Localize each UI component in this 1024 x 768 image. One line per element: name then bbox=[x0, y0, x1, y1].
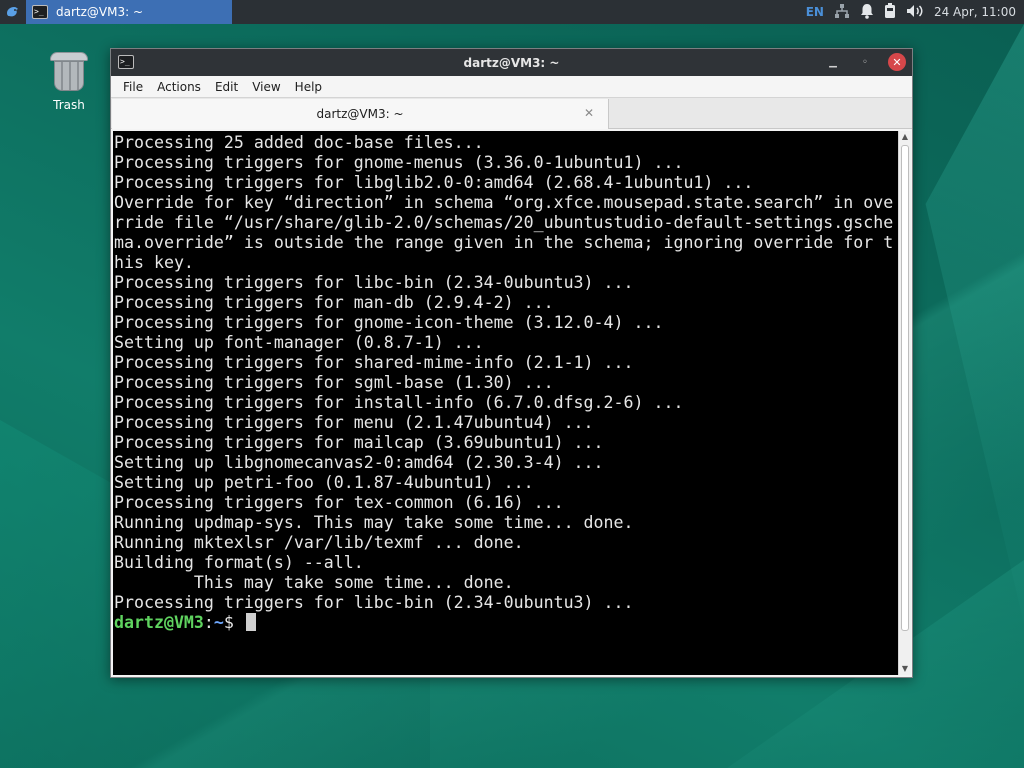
tab-terminal[interactable]: dartz@VM3: ~ ✕ bbox=[112, 99, 609, 129]
system-tray: EN 24 Apr, 11:00 bbox=[806, 0, 1024, 24]
text-cursor bbox=[245, 613, 256, 631]
prompt-user: dartz@VM3 bbox=[114, 613, 204, 632]
scroll-up-icon[interactable]: ▲ bbox=[899, 131, 911, 143]
trash-desktop-icon[interactable]: Trash bbox=[44, 48, 94, 112]
trash-icon bbox=[50, 48, 88, 92]
vertical-scrollbar[interactable]: ▲ ▼ bbox=[898, 131, 911, 675]
terminal-line: Processing triggers for gnome-menus (3.3… bbox=[114, 153, 684, 172]
terminal-output[interactable]: Processing 25 added doc-base files... Pro… bbox=[113, 131, 899, 675]
terminal-line: ma.override” is outside the range given … bbox=[114, 233, 894, 252]
terminal-line: This may take some time... done. bbox=[114, 573, 514, 592]
terminal-line: Setting up petri-foo (0.1.87-4ubuntu1) .… bbox=[114, 473, 534, 492]
clock[interactable]: 24 Apr, 11:00 bbox=[934, 5, 1016, 19]
menu-actions[interactable]: Actions bbox=[151, 78, 207, 96]
menu-bar: File Actions Edit View Help bbox=[111, 76, 912, 97]
terminal-icon: >_ bbox=[32, 5, 48, 19]
terminal-line: Building format(s) --all. bbox=[114, 553, 364, 572]
notification-bell-icon[interactable] bbox=[860, 3, 874, 22]
prompt-symbol: $ bbox=[223, 613, 244, 632]
scroll-down-icon[interactable]: ▼ bbox=[899, 663, 911, 675]
terminal-line: Processing 25 added doc-base files... bbox=[114, 133, 484, 152]
taskbar-terminal-button[interactable]: >_ dartz@VM3: ~ bbox=[26, 0, 232, 24]
close-icon[interactable]: ✕ bbox=[888, 53, 906, 71]
taskbar-task-label: dartz@VM3: ~ bbox=[56, 5, 144, 19]
terminal-icon[interactable]: >_ bbox=[118, 55, 134, 69]
keyboard-layout-indicator[interactable]: EN bbox=[806, 5, 824, 19]
terminal-line: Processing triggers for sgml-base (1.30)… bbox=[114, 373, 554, 392]
terminal-line: Processing triggers for install-info (6.… bbox=[114, 393, 684, 412]
menu-edit[interactable]: Edit bbox=[209, 78, 244, 96]
volume-icon[interactable] bbox=[906, 3, 924, 22]
terminal-line: Processing triggers for man-db (2.9.4-2)… bbox=[114, 293, 554, 312]
trash-label: Trash bbox=[53, 98, 85, 112]
tab-label: dartz@VM3: ~ bbox=[316, 107, 404, 121]
prompt-separator: : bbox=[203, 613, 214, 632]
terminal-line: Processing triggers for gnome-icon-theme… bbox=[114, 313, 664, 332]
prompt-line: dartz@VM3:~$ bbox=[114, 613, 899, 633]
terminal-line: Setting up libgnomecanvas2-0:amd64 (2.30… bbox=[114, 453, 604, 472]
maximize-icon[interactable]: ◦ bbox=[856, 53, 874, 71]
terminal-line: Processing triggers for tex-common (6.16… bbox=[114, 493, 564, 512]
window-titlebar[interactable]: >_ dartz@VM3: ~ ▁ ◦ ✕ bbox=[111, 49, 912, 76]
top-panel: >_ dartz@VM3: ~ EN 24 Apr, 11:00 bbox=[0, 0, 1024, 24]
terminal-line: his key. bbox=[114, 253, 194, 272]
menu-help[interactable]: Help bbox=[289, 78, 328, 96]
network-icon[interactable] bbox=[834, 3, 850, 22]
scrollbar-thumb[interactable] bbox=[901, 145, 909, 631]
menu-file[interactable]: File bbox=[117, 78, 149, 96]
terminal-window: >_ dartz@VM3: ~ ▁ ◦ ✕ File Actions Edit … bbox=[110, 48, 913, 678]
terminal-line: Running mktexlsr /var/lib/texmf ... done… bbox=[114, 533, 524, 552]
battery-icon[interactable] bbox=[884, 2, 896, 22]
terminal-line: Processing triggers for menu (2.1.47ubun… bbox=[114, 413, 594, 432]
prompt-path: ~ bbox=[213, 613, 224, 632]
xfce-menu-icon[interactable] bbox=[0, 0, 26, 24]
terminal-line: Setting up font-manager (0.8.7-1) ... bbox=[114, 333, 484, 352]
terminal-line: Processing triggers for shared-mime-info… bbox=[114, 353, 634, 372]
terminal-line: Processing triggers for libc-bin (2.34-0… bbox=[114, 273, 634, 292]
terminal-line: Processing triggers for mailcap (3.69ubu… bbox=[114, 433, 604, 452]
terminal-line: Processing triggers for libglib2.0-0:amd… bbox=[114, 173, 754, 192]
tab-bar: dartz@VM3: ~ ✕ bbox=[111, 97, 912, 129]
menu-view[interactable]: View bbox=[246, 78, 286, 96]
terminal-line: Running updmap-sys. This may take some t… bbox=[114, 513, 634, 532]
terminal-line: Override for key “direction” in schema “… bbox=[114, 193, 894, 212]
minimize-icon[interactable]: ▁ bbox=[824, 53, 842, 71]
window-title: dartz@VM3: ~ bbox=[463, 55, 560, 70]
terminal-line: Processing triggers for libc-bin (2.34-0… bbox=[114, 593, 634, 612]
tab-close-icon[interactable]: ✕ bbox=[584, 106, 594, 120]
terminal-line: rride file “/usr/share/glib-2.0/schemas/… bbox=[114, 213, 894, 232]
